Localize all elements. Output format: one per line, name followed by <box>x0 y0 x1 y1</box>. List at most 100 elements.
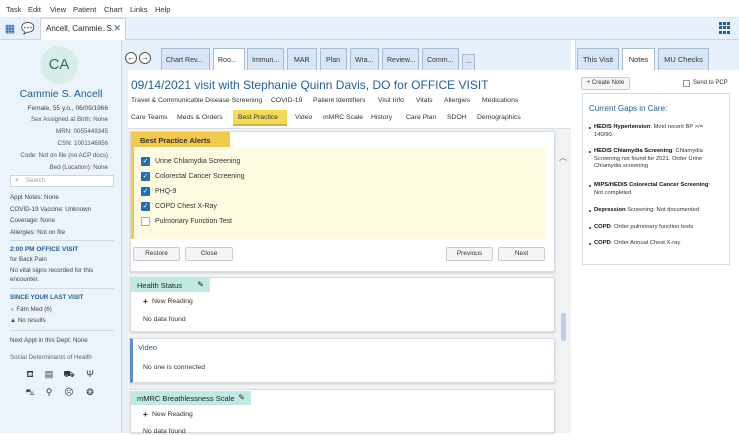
scrollbar[interactable]: ︿ <box>558 148 568 433</box>
mmrc-title: mMRC Breathlessness Scale <box>137 394 235 403</box>
checkbox-copd-xray[interactable]: ✓ <box>141 202 150 211</box>
nav-travel-screening[interactable]: Travel & Communicable Disease Screening <box>131 97 262 104</box>
gap-item-title: Depression <box>594 207 626 213</box>
nav-allergies[interactable]: Allergies <box>444 97 470 104</box>
plus-icon[interactable]: + <box>143 297 148 306</box>
video-title: Video <box>138 343 158 352</box>
bpa-item-label: PHQ-9 <box>155 188 177 195</box>
patient-sex-assigned: Sex Assigned at Birth: None <box>30 116 108 123</box>
menu-bar: Task Edit View Patient Chart Links Help <box>0 0 739 18</box>
car-icon[interactable]: ⛍ <box>24 387 36 399</box>
menu-edit[interactable]: Edit <box>28 5 41 14</box>
back-arrow-icon[interactable]: ← <box>125 52 137 64</box>
menu-chart[interactable]: Chart <box>104 5 122 14</box>
next-button[interactable]: Next <box>498 247 545 261</box>
tab-plan[interactable]: Plan <box>320 48 347 70</box>
calendar-icon[interactable]: ▦ <box>2 21 18 37</box>
plus-icon[interactable]: + <box>143 410 148 419</box>
bullet <box>589 243 591 245</box>
chat-icon[interactable]: 💬 <box>20 21 36 37</box>
tab-this-visit[interactable]: This Visit <box>577 48 619 70</box>
menu-view[interactable]: View <box>50 5 66 14</box>
gap-item: COPD: Order pulmonary function tests <box>594 224 720 232</box>
chevron-up-icon[interactable]: ︿ <box>559 152 567 163</box>
nav-care-plan[interactable]: Care Plan <box>406 114 436 121</box>
nav-meds-orders[interactable]: Meds & Orders <box>177 114 223 121</box>
checkbox-pulmonary-test[interactable] <box>141 217 150 226</box>
nav-video[interactable]: Video <box>295 114 312 121</box>
close-button[interactable]: Close <box>185 247 233 261</box>
utensils-icon[interactable]: Ψ <box>84 369 96 379</box>
nav-sdoh[interactable]: SDOH <box>447 114 467 121</box>
new-reading-link[interactable]: New Reading <box>152 298 193 305</box>
avatar: CA <box>40 46 78 84</box>
pencil-icon[interactable]: ✎ <box>238 393 245 402</box>
tab-rooming[interactable]: Roo... <box>213 48 245 70</box>
pencil-icon[interactable]: ✎ <box>197 280 204 289</box>
since-item-results[interactable]: ▲ No results <box>10 317 46 324</box>
transport-icon[interactable]: ⛟ <box>63 369 75 381</box>
patient-mrn: MRN: 0055449345 <box>56 128 108 135</box>
nav-care-teams[interactable]: Care Teams <box>131 114 168 121</box>
health-status-header: Health Status ✎ <box>131 278 210 292</box>
scrollbar-thumb[interactable] <box>561 313 566 341</box>
checkbox-colorectal[interactable]: ✓ <box>141 172 150 181</box>
checkbox-urine-chlamydia[interactable]: ✓ <box>141 157 150 166</box>
sdoh-title: Social Determinants of Health <box>10 354 92 361</box>
divider <box>10 330 114 331</box>
send-to-pcp-label: Send to PCP <box>693 80 728 86</box>
money-icon[interactable]: ▤ <box>43 369 55 380</box>
vitals-note-line2: encounter. <box>10 276 39 283</box>
tab-notes[interactable]: Notes <box>622 48 655 70</box>
tab-review[interactable]: Review... <box>382 48 419 70</box>
stress-icon[interactable]: ☹ <box>63 387 75 398</box>
apps-grid-icon[interactable] <box>719 22 731 34</box>
create-note-button[interactable]: + Create Note <box>581 77 630 90</box>
visit-time-title[interactable]: 2:00 PM OFFICE VISIT <box>10 246 78 253</box>
food-icon[interactable]: ⛾ <box>24 369 36 381</box>
divider <box>10 288 114 289</box>
patient-tab[interactable]: Ancell, Cammie. S. ✕ <box>40 18 126 40</box>
search-input[interactable]: ⌕ Search <box>10 175 114 187</box>
tab-communications[interactable]: Comm... <box>422 48 459 70</box>
gap-item: COPD: Order Annual Chest X-ray <box>594 240 720 248</box>
tab-chart-review[interactable]: Chart Rev... <box>161 48 210 70</box>
nav-demographics[interactable]: Demographics <box>477 114 521 121</box>
coverage: Coverage: None <box>10 217 56 224</box>
empty-message: No one is connected <box>143 364 205 371</box>
bullet <box>589 151 591 153</box>
patient-bed-location: Bed (Location): None <box>49 164 108 171</box>
nav-visit-info[interactable]: Visit Info <box>378 97 404 104</box>
nav-medications[interactable]: Medications <box>482 97 518 104</box>
menu-links[interactable]: Links <box>130 5 148 14</box>
gap-item: HEDIS Hypertension: Most recent BP >/= 1… <box>594 124 720 139</box>
close-icon[interactable]: ✕ <box>113 23 121 34</box>
nav-vitals[interactable]: Vitals <box>416 97 433 104</box>
send-to-pcp-checkbox[interactable] <box>683 80 690 87</box>
activity-icon[interactable]: ⚲ <box>43 387 55 398</box>
nav-best-practice[interactable]: Best Practice <box>238 114 278 121</box>
tab-immunizations[interactable]: Immun... <box>247 48 284 70</box>
nav-history[interactable]: History <box>371 114 392 121</box>
since-item-label: No results <box>17 317 46 324</box>
nav-mmrc-scale[interactable]: mMRC Scale <box>323 114 363 121</box>
tab-mar[interactable]: MAR <box>287 48 317 70</box>
tab-mu-checks[interactable]: MU Checks <box>658 48 709 70</box>
previous-button[interactable]: Previous <box>446 247 493 261</box>
social-icon[interactable]: ❂ <box>84 387 96 398</box>
nav-covid-19[interactable]: COVID-19 <box>271 97 302 104</box>
new-reading-link[interactable]: New Reading <box>152 411 193 418</box>
nav-patient-identifiers[interactable]: Patient Identifiers <box>313 97 366 104</box>
forward-arrow-icon[interactable]: → <box>139 52 151 64</box>
menu-help[interactable]: Help <box>155 5 170 14</box>
visit-reason: for Back Pain <box>10 256 47 263</box>
menu-patient[interactable]: Patient <box>73 5 96 14</box>
since-item-label: Fam Med (6) <box>16 306 52 313</box>
menu-task[interactable]: Task <box>6 5 21 14</box>
bullet <box>589 210 591 212</box>
restore-button[interactable]: Restore <box>133 247 180 261</box>
checkbox-phq9[interactable]: ✓ <box>141 187 150 196</box>
tab-more[interactable]: ... <box>462 54 475 70</box>
since-item-fam-med[interactable]: ♁ Fam Med (6) <box>10 306 52 313</box>
tab-wrap-up[interactable]: Wra... <box>350 48 379 70</box>
